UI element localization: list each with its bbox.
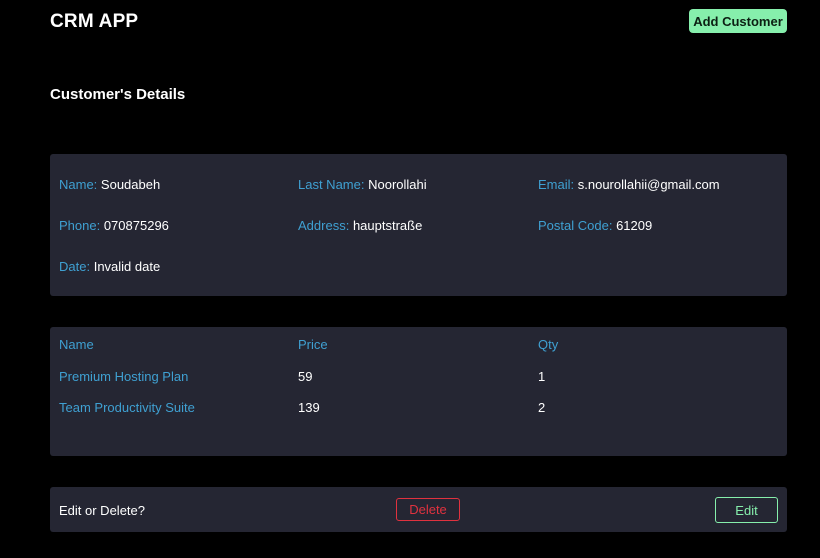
customer-details-card: Name: Soudabeh Last Name: Noorollahi Ema… <box>50 154 787 296</box>
address-value: hauptstraße <box>352 218 423 233</box>
last-name-value: Noorollahi <box>368 177 427 192</box>
section-title: Customer's Details <box>50 86 186 103</box>
postal-code-field: Postal Code: 61209 <box>538 218 652 233</box>
date-value: Invalid date <box>93 259 161 274</box>
date-field: Date: Invalid date <box>59 259 160 274</box>
edit-or-delete-prompt: Edit or Delete? <box>59 503 145 518</box>
name-label: Name: <box>59 177 98 192</box>
product-name-link[interactable]: Premium Hosting Plan <box>59 369 188 384</box>
product-name-link[interactable]: Team Productivity Suite <box>59 400 195 415</box>
postal-code-label: Postal Code: <box>538 218 613 233</box>
column-header-name: Name <box>59 337 94 352</box>
delete-button[interactable]: Delete <box>396 498 460 521</box>
address-label: Address: <box>298 218 350 233</box>
column-header-qty: Qty <box>538 337 559 352</box>
phone-field: Phone: 070875296 <box>59 218 169 233</box>
actions-bar: Edit or Delete? Delete Edit <box>50 487 787 532</box>
product-price: 59 <box>298 369 313 384</box>
name-field: Name: Soudabeh <box>59 177 160 192</box>
product-qty: 1 <box>538 369 546 384</box>
address-field: Address: hauptstraße <box>298 218 422 233</box>
phone-label: Phone: <box>59 218 101 233</box>
product-qty: 2 <box>538 400 546 415</box>
last-name-field: Last Name: Noorollahi <box>298 177 427 192</box>
products-table: Name Price Qty Premium Hosting Plan 59 1… <box>50 327 787 456</box>
add-customer-button[interactable]: Add Customer <box>689 9 787 33</box>
product-price: 139 <box>298 400 320 415</box>
name-value: Soudabeh <box>100 177 161 192</box>
email-value: s.nourollahii@gmail.com <box>577 177 720 192</box>
phone-value: 070875296 <box>103 218 169 233</box>
date-label: Date: <box>59 259 91 274</box>
edit-button[interactable]: Edit <box>715 497 778 523</box>
app-title: CRM APP <box>50 11 139 32</box>
postal-code-value: 61209 <box>616 218 653 233</box>
column-header-price: Price <box>298 337 328 352</box>
email-label: Email: <box>538 177 575 192</box>
last-name-label: Last Name: <box>298 177 365 192</box>
email-field: Email: s.nourollahii@gmail.com <box>538 177 720 192</box>
